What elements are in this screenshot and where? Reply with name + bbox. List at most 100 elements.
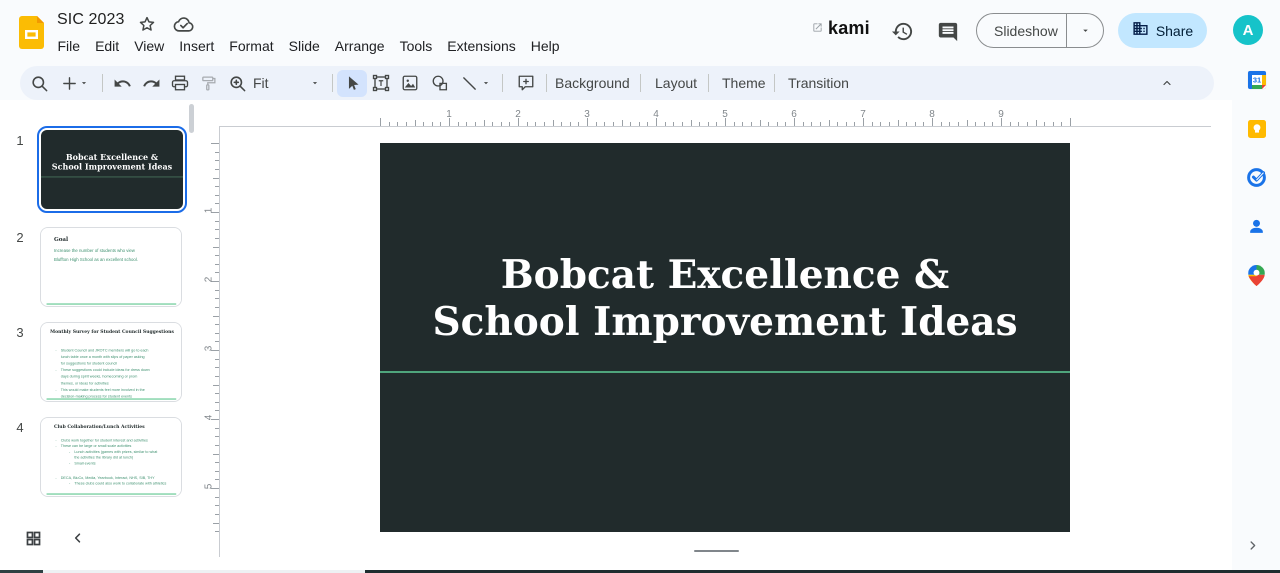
thumb-bullet-line: Increase the number of students who view — [41, 246, 182, 255]
menu-view[interactable]: View — [127, 37, 172, 56]
chevron-left-icon[interactable] — [69, 529, 87, 547]
ruler-tick — [1010, 122, 1011, 126]
slide-title-line: School Improvement Ideas — [380, 299, 1070, 346]
share-button[interactable]: Share — [1118, 13, 1207, 48]
ruler-tick — [215, 229, 219, 230]
ruler-tick — [768, 122, 769, 126]
slide-thumbnail[interactable]: Goal Increase the number of students who… — [40, 227, 182, 307]
thumb-accent-line — [47, 493, 177, 494]
slide-thumbnail[interactable]: Club Collaboration/Lunch Activities -Clu… — [40, 417, 182, 497]
ruler-tick — [215, 376, 219, 377]
thumb-slide-title: Bobcat Excellence &School Improvement Id… — [41, 152, 183, 171]
insert-comment-icon[interactable] — [512, 69, 540, 97]
theme-button[interactable]: Theme — [712, 66, 776, 100]
ruler-tick — [213, 178, 219, 179]
google-calendar-icon[interactable]: 31 — [1246, 69, 1267, 90]
menu-format[interactable]: Format — [222, 37, 281, 56]
current-slide[interactable]: Bobcat Excellence &School Improvement Id… — [380, 143, 1070, 532]
textbox-tool-icon[interactable] — [367, 69, 395, 97]
menu-tools[interactable]: Tools — [392, 37, 440, 56]
zoom-caret-icon[interactable] — [305, 69, 325, 97]
ruler-tick — [211, 143, 219, 144]
star-icon[interactable] — [136, 13, 158, 35]
ruler-tick — [215, 272, 219, 273]
slide-thumbnail-selected[interactable]: Bobcat Excellence &School Improvement Id… — [37, 126, 187, 213]
comments-icon[interactable] — [935, 19, 961, 44]
ruler-tick — [613, 122, 614, 126]
ruler-tick — [1061, 122, 1062, 126]
google-keep-icon[interactable] — [1246, 118, 1267, 139]
ruler-tick — [215, 152, 219, 153]
ruler-tick — [215, 195, 219, 196]
slide-thumbnail[interactable]: Monthly Survey for Student Council Sugge… — [40, 322, 182, 402]
toolbar-divider — [640, 74, 641, 92]
zoom-select[interactable]: Fit — [253, 66, 269, 100]
zoom-in-icon[interactable] — [223, 69, 251, 97]
ruler-tick — [1018, 122, 1019, 126]
menu-help[interactable]: Help — [523, 37, 567, 56]
insert-shape-icon[interactable] — [426, 69, 454, 97]
ruler-number: 4 — [204, 408, 215, 428]
ruler-tick — [941, 122, 942, 126]
background-button[interactable]: Background — [545, 66, 640, 100]
ruler-tick — [665, 122, 666, 126]
kami-extension-button[interactable]: kami — [812, 18, 870, 39]
menu-extensions[interactable]: Extensions — [440, 37, 523, 56]
menu-insert[interactable]: Insert — [172, 37, 222, 56]
ruler-tick — [578, 122, 579, 126]
menu-arrange[interactable]: Arrange — [327, 37, 392, 56]
search-icon[interactable] — [25, 69, 53, 97]
filmstrip-scrollbar[interactable] — [189, 104, 194, 133]
new-slide-caret-icon[interactable] — [74, 69, 94, 97]
thumb-accent-line — [47, 303, 177, 304]
slide-title-line: Bobcat Excellence & — [380, 252, 1070, 299]
ruler-number: 4 — [646, 109, 666, 120]
undo-icon[interactable] — [108, 69, 136, 97]
thumb-bullet-line: -This would make students feel more invo… — [41, 386, 182, 393]
chevron-down-icon[interactable] — [1067, 25, 1103, 36]
google-tasks-icon[interactable] — [1246, 167, 1267, 188]
insert-image-icon[interactable] — [396, 69, 424, 97]
transition-button[interactable]: Transition — [778, 66, 859, 100]
menu-file[interactable]: File — [50, 37, 88, 56]
ruler-tick — [647, 122, 648, 126]
toolbar-divider — [708, 74, 709, 92]
slide-title-text[interactable]: Bobcat Excellence &School Improvement Id… — [380, 252, 1070, 346]
ruler-tick — [215, 436, 219, 437]
menu-slide[interactable]: Slide — [281, 37, 327, 56]
collapse-toolbar-icon[interactable] — [1153, 69, 1181, 97]
speaker-notes-drag-handle[interactable] — [694, 550, 739, 552]
ruler-tick — [915, 122, 916, 126]
grid-view-icon[interactable] — [25, 530, 42, 547]
ruler-tick — [509, 122, 510, 126]
google-maps-icon[interactable] — [1246, 265, 1267, 286]
paint-format-icon[interactable] — [194, 69, 222, 97]
document-title[interactable]: SIC 2023 — [57, 11, 125, 29]
thumb-slide-title: Monthly Survey for Student Council Sugge… — [41, 329, 182, 334]
chevron-right-icon[interactable] — [1243, 536, 1261, 554]
thumb-accent-line — [41, 176, 183, 177]
toolbar-divider — [774, 74, 775, 92]
print-icon[interactable] — [166, 69, 194, 97]
open-in-new-icon — [812, 20, 823, 38]
version-history-icon[interactable] — [889, 18, 915, 44]
redo-icon[interactable] — [137, 69, 165, 97]
ruler-tick — [906, 122, 907, 126]
ruler-tick — [215, 307, 219, 308]
cloud-saved-icon[interactable] — [172, 13, 196, 35]
line-caret-icon[interactable] — [476, 69, 496, 97]
ruler-tick — [760, 120, 761, 126]
thumb-slide-title: Club Collaboration/Lunch Activities — [41, 424, 182, 429]
google-contacts-icon[interactable] — [1246, 216, 1267, 237]
ruler-tick — [639, 122, 640, 126]
select-tool-icon[interactable] — [338, 69, 366, 97]
ruler-tick — [215, 402, 219, 403]
slideshow-button[interactable]: Slideshow — [976, 13, 1104, 48]
menu-edit[interactable]: Edit — [88, 37, 127, 56]
account-avatar[interactable]: A — [1233, 15, 1263, 45]
ruler-tick — [215, 393, 219, 394]
menu-bar: FileEditViewInsertFormatSlideArrangeTool… — [50, 37, 567, 56]
ruler-tick — [544, 122, 545, 126]
ruler-tick — [1053, 122, 1054, 126]
layout-button[interactable]: Layout — [645, 66, 707, 100]
